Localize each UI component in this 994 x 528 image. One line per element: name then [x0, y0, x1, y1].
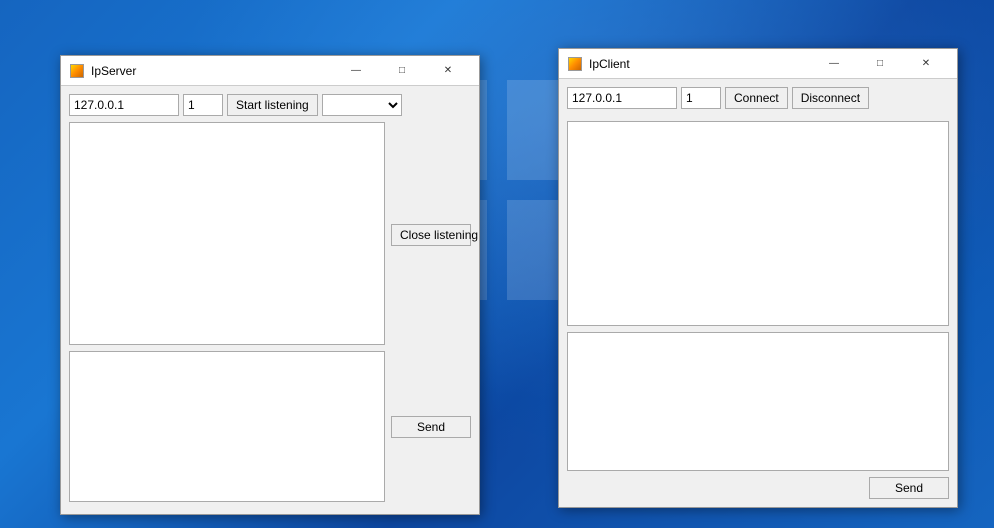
client-minimize-button[interactable]: —: [811, 49, 857, 79]
client-close-button[interactable]: ✕: [903, 49, 949, 79]
server-close-button[interactable]: ✕: [425, 56, 471, 86]
server-window: IpServer — □ ✕ Start listening: [60, 55, 480, 515]
client-receive-textarea[interactable]: [567, 121, 949, 326]
close-listening-button[interactable]: Close listening: [391, 224, 471, 246]
client-title: IpClient: [589, 57, 811, 71]
client-ip-input[interactable]: [567, 87, 677, 109]
server-textareas: [69, 122, 385, 502]
client-app-icon: [567, 56, 583, 72]
server-toolbar: Start listening: [69, 94, 471, 116]
server-app-icon: [69, 63, 85, 79]
server-maximize-button[interactable]: □: [379, 56, 425, 86]
client-send-button[interactable]: Send: [869, 477, 949, 499]
server-titlebar[interactable]: IpServer — □ ✕: [61, 56, 479, 86]
client-content: Connect Disconnect Send: [559, 79, 957, 507]
server-window-controls: — □ ✕: [333, 56, 471, 86]
client-port-input[interactable]: [681, 87, 721, 109]
disconnect-button[interactable]: Disconnect: [792, 87, 869, 109]
client-window: IpClient — □ ✕ Connect Disconnect Send: [558, 48, 958, 508]
server-side-panel: Close listening Send: [391, 122, 471, 502]
server-minimize-button[interactable]: —: [333, 56, 379, 86]
server-receive-textarea[interactable]: [69, 122, 385, 345]
server-port-input[interactable]: [183, 94, 223, 116]
server-ip-input[interactable]: [69, 94, 179, 116]
client-titlebar[interactable]: IpClient — □ ✕: [559, 49, 957, 79]
client-send-textarea[interactable]: [567, 332, 949, 471]
client-maximize-button[interactable]: □: [857, 49, 903, 79]
server-send-button[interactable]: Send: [391, 416, 471, 438]
server-content: Start listening Close listening Send: [61, 86, 479, 514]
server-main-layout: Close listening Send: [69, 122, 471, 502]
connect-button[interactable]: Connect: [725, 87, 788, 109]
client-send-row: Send: [567, 477, 949, 499]
client-window-controls: — □ ✕: [811, 49, 949, 79]
server-title: IpServer: [91, 64, 333, 78]
client-toolbar: Connect Disconnect: [567, 87, 949, 109]
server-dropdown[interactable]: [322, 94, 402, 116]
server-send-textarea[interactable]: [69, 351, 385, 502]
start-listening-button[interactable]: Start listening: [227, 94, 318, 116]
